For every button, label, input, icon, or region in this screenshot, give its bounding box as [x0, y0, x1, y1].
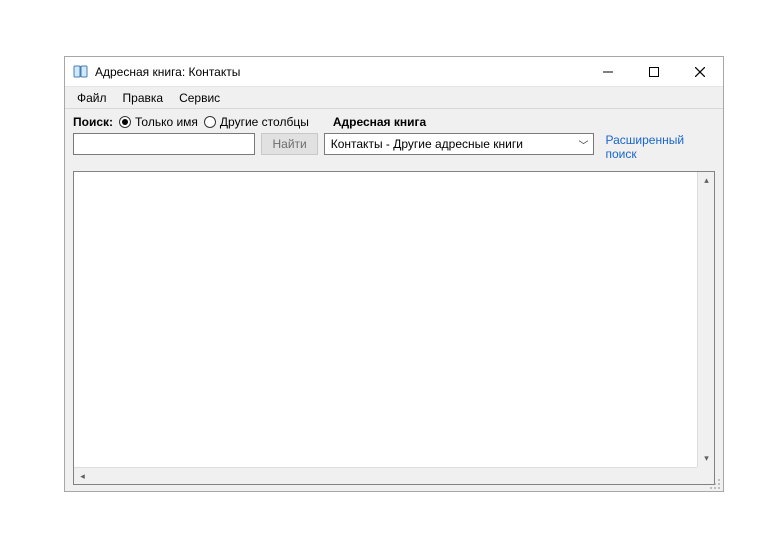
radio-name-only-label: Только имя — [135, 115, 198, 129]
window-frame: Адресная книга: Контакты Файл Правка Сер… — [64, 56, 724, 492]
addressbook-dropdown-value: Контакты - Другие адресные книги — [331, 137, 523, 151]
content-area: Поиск: Только имя Другие столбцы Адресна… — [65, 109, 723, 491]
search-input[interactable] — [73, 133, 255, 155]
radio-other-columns-label: Другие столбцы — [220, 115, 309, 129]
addressbook-dropdown[interactable]: Контакты - Другие адресные книги ﹀ — [324, 133, 594, 155]
addressbook-label: Адресная книга — [333, 115, 426, 129]
radio-name-only[interactable]: Только имя — [119, 115, 198, 129]
resize-grip-icon[interactable] — [709, 478, 721, 490]
results-list[interactable]: ▴ ▾ ◂ ▸ — [73, 171, 715, 485]
radio-other-columns[interactable]: Другие столбцы — [204, 115, 309, 129]
search-controls-row: Найти Контакты - Другие адресные книги ﹀… — [73, 133, 715, 161]
vertical-scrollbar[interactable]: ▴ ▾ — [697, 172, 714, 467]
find-button[interactable]: Найти — [261, 133, 317, 155]
scroll-up-icon[interactable]: ▴ — [698, 172, 715, 189]
menu-service[interactable]: Сервис — [171, 89, 228, 107]
close-button[interactable] — [677, 57, 723, 87]
book-icon — [73, 64, 89, 80]
search-label: Поиск: — [73, 115, 113, 129]
menubar: Файл Правка Сервис — [65, 87, 723, 109]
radio-icon — [119, 116, 131, 128]
menu-edit[interactable]: Правка — [115, 89, 172, 107]
horizontal-scrollbar[interactable]: ◂ ▸ — [74, 467, 714, 484]
maximize-button[interactable] — [631, 57, 677, 87]
search-label-row: Поиск: Только имя Другие столбцы Адресна… — [73, 115, 715, 129]
chevron-down-icon: ﹀ — [579, 137, 589, 152]
titlebar: Адресная книга: Контакты — [65, 57, 723, 87]
radio-icon — [204, 116, 216, 128]
advanced-search-link[interactable]: Расширенный поиск — [606, 133, 716, 161]
scroll-down-icon[interactable]: ▾ — [698, 450, 715, 467]
window-title: Адресная книга: Контакты — [95, 65, 240, 79]
minimize-button[interactable] — [585, 57, 631, 87]
scroll-left-icon[interactable]: ◂ — [74, 468, 91, 485]
menu-file[interactable]: Файл — [69, 89, 115, 107]
